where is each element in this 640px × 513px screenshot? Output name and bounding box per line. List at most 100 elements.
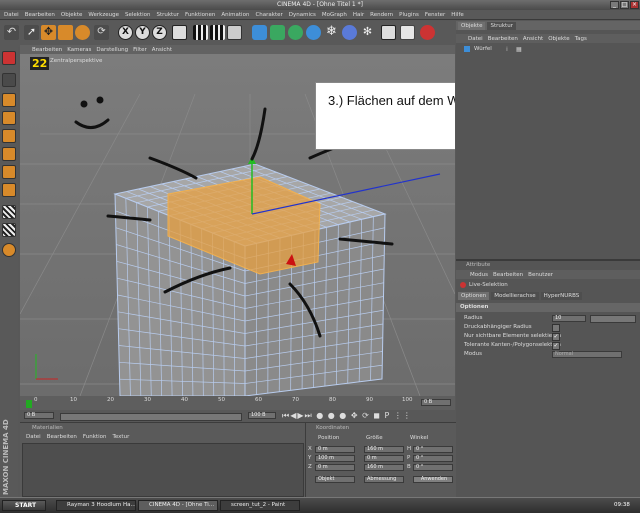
- move-icon[interactable]: ✥: [41, 25, 56, 40]
- render-view-icon[interactable]: [193, 25, 208, 40]
- obj-menu-objekte[interactable]: Objekte: [548, 36, 569, 42]
- texture-mode-icon[interactable]: [2, 165, 16, 179]
- obj-menu-bearbeiten[interactable]: Bearbeiten: [488, 36, 518, 42]
- frame-end-field[interactable]: 0 B: [421, 399, 451, 406]
- pointer-icon[interactable]: ➚: [24, 25, 39, 40]
- task-cinema4d[interactable]: CINEMA 4D - [Ohne Ti...: [138, 500, 218, 511]
- tab-struktur[interactable]: Struktur: [487, 22, 515, 30]
- option-visible-checkbox[interactable]: ✓: [552, 333, 560, 341]
- vp-menu-bearbeiten[interactable]: Bearbeiten: [32, 47, 62, 53]
- obj-menu-tags[interactable]: Tags: [575, 36, 587, 42]
- current-frame-field[interactable]: 0 B: [24, 412, 54, 419]
- menu-bearbeiten[interactable]: Bearbeiten: [25, 12, 55, 18]
- 3d-viewport[interactable]: 22 Zentralperspektive 3.) Flächen auf de…: [20, 54, 455, 396]
- deformer-icon[interactable]: [306, 25, 321, 40]
- position-x-field[interactable]: 0 m: [315, 446, 355, 453]
- vp-menu-darstellung[interactable]: Darstellung: [96, 47, 128, 53]
- menu-charakter[interactable]: Charakter: [255, 12, 282, 18]
- axis-z-button[interactable]: Z: [152, 25, 167, 40]
- menu-fenster[interactable]: Fenster: [425, 12, 445, 18]
- mat-menu-bearbeiten[interactable]: Bearbeiten: [47, 434, 77, 440]
- scale-icon[interactable]: [58, 25, 73, 40]
- task-rayman[interactable]: Rayman 3 Hoodlum Ha...: [56, 500, 136, 511]
- obj-menu-ansicht[interactable]: Ansicht: [523, 36, 543, 42]
- attr-menu-bearbeiten[interactable]: Bearbeiten: [493, 272, 523, 278]
- menu-objekte[interactable]: Objekte: [61, 12, 82, 18]
- mat-menu-datei[interactable]: Datei: [26, 434, 41, 440]
- apply-button[interactable]: Anwenden: [413, 476, 453, 483]
- menu-plugins[interactable]: Plugins: [399, 12, 419, 18]
- scene-object-icon[interactable]: [342, 25, 357, 40]
- coord-mode-select[interactable]: Objekt: [315, 476, 355, 483]
- nurbs-icon[interactable]: [270, 25, 285, 40]
- menu-funktionen[interactable]: Funktionen: [185, 12, 215, 18]
- mat-menu-funktion[interactable]: Funktion: [83, 434, 107, 440]
- menu-struktur[interactable]: Struktur: [156, 12, 178, 18]
- angle-p-field[interactable]: 0 °: [413, 455, 453, 462]
- end-frame-field[interactable]: 100 B: [248, 412, 276, 419]
- menu-selektion[interactable]: Selektion: [125, 12, 151, 18]
- axis-mode-icon[interactable]: [2, 183, 16, 197]
- position-y-field[interactable]: 100 m: [315, 455, 355, 462]
- particle-icon[interactable]: ❄: [324, 25, 339, 40]
- start-button[interactable]: START: [2, 500, 46, 511]
- menu-animation[interactable]: Animation: [221, 12, 249, 18]
- attr-menu-modus[interactable]: Modus: [470, 272, 488, 278]
- tab-objekte[interactable]: Objekte: [458, 22, 485, 30]
- obj-menu-datei[interactable]: Datei: [468, 36, 483, 42]
- radius-field[interactable]: 10: [552, 315, 586, 322]
- attr-menu-benutzer[interactable]: Benutzer: [528, 272, 553, 278]
- angle-b-field[interactable]: 0 °: [413, 464, 453, 471]
- menu-werkzeuge[interactable]: Werkzeuge: [88, 12, 119, 18]
- time-cursor[interactable]: [26, 400, 32, 408]
- mat-menu-textur[interactable]: Textur: [112, 434, 129, 440]
- cube-icon[interactable]: [252, 25, 267, 40]
- preview-range-slider[interactable]: [60, 413, 242, 421]
- task-paint[interactable]: screen_tut_2 - Paint: [220, 500, 300, 511]
- record-icon[interactable]: [420, 25, 435, 40]
- option-tolerant-checkbox[interactable]: ✓: [552, 342, 560, 350]
- script-icon[interactable]: [400, 25, 415, 40]
- menu-hair[interactable]: Hair: [353, 12, 364, 18]
- size-x-field[interactable]: 160 m: [364, 446, 404, 453]
- snap-icon[interactable]: [2, 205, 16, 219]
- modeling-object-icon[interactable]: [288, 25, 303, 40]
- layout-icon[interactable]: [2, 51, 16, 65]
- axis-y-button[interactable]: Y: [135, 25, 150, 40]
- axis-x-button[interactable]: X: [118, 25, 133, 40]
- render-settings-icon[interactable]: [227, 25, 242, 40]
- tab-optionen[interactable]: Optionen: [458, 292, 489, 300]
- undo-icon[interactable]: ↶: [4, 25, 19, 40]
- menu-dynamics[interactable]: Dynamics: [289, 12, 316, 18]
- coordinate-system-icon[interactable]: [172, 25, 187, 40]
- close-button[interactable]: ×: [630, 1, 639, 9]
- maximize-button[interactable]: □: [620, 1, 629, 9]
- materials-list[interactable]: [22, 443, 304, 497]
- paint-icon[interactable]: [2, 243, 16, 257]
- object-list[interactable]: Würfel ⁞ ▦: [458, 44, 638, 254]
- model-mode-icon[interactable]: [2, 73, 16, 87]
- recent-tool-icon[interactable]: ⟳: [94, 25, 109, 40]
- mode-select[interactable]: Normal: [552, 351, 622, 358]
- menu-mograph[interactable]: MoGraph: [322, 12, 347, 18]
- size-mode-select[interactable]: Abmessung: [364, 476, 404, 483]
- light-icon[interactable]: [381, 25, 396, 40]
- vp-menu-ansicht[interactable]: Ansicht: [152, 47, 172, 53]
- tab-hypernurbs[interactable]: HyperNURBS: [541, 292, 583, 300]
- points-mode-icon[interactable]: [2, 111, 16, 125]
- visibility-icon[interactable]: ⁞: [506, 46, 508, 53]
- polygons-mode-icon[interactable]: [2, 147, 16, 161]
- menu-rendern[interactable]: Rendern: [370, 12, 393, 18]
- playback-controls[interactable]: ⏮◀▶⏭ ● ● ● ✥ ⟳ ◼ P ⋮⋮: [282, 411, 452, 421]
- render-picture-viewer-icon[interactable]: [210, 25, 225, 40]
- option-pressure-checkbox[interactable]: [552, 324, 560, 332]
- minimize-button[interactable]: _: [610, 1, 619, 9]
- tag-icon[interactable]: ▦: [516, 46, 522, 53]
- timeline[interactable]: 0 10 20 30 40 50 60 70 80 90 100 0 B: [20, 396, 455, 410]
- menu-datei[interactable]: Datei: [4, 12, 19, 18]
- vp-menu-filter[interactable]: Filter: [133, 47, 147, 53]
- position-z-field[interactable]: 0 m: [315, 464, 355, 471]
- radius-slider[interactable]: [590, 315, 636, 323]
- size-y-field[interactable]: 0 m: [364, 455, 404, 462]
- camera-icon[interactable]: ✻: [360, 25, 375, 40]
